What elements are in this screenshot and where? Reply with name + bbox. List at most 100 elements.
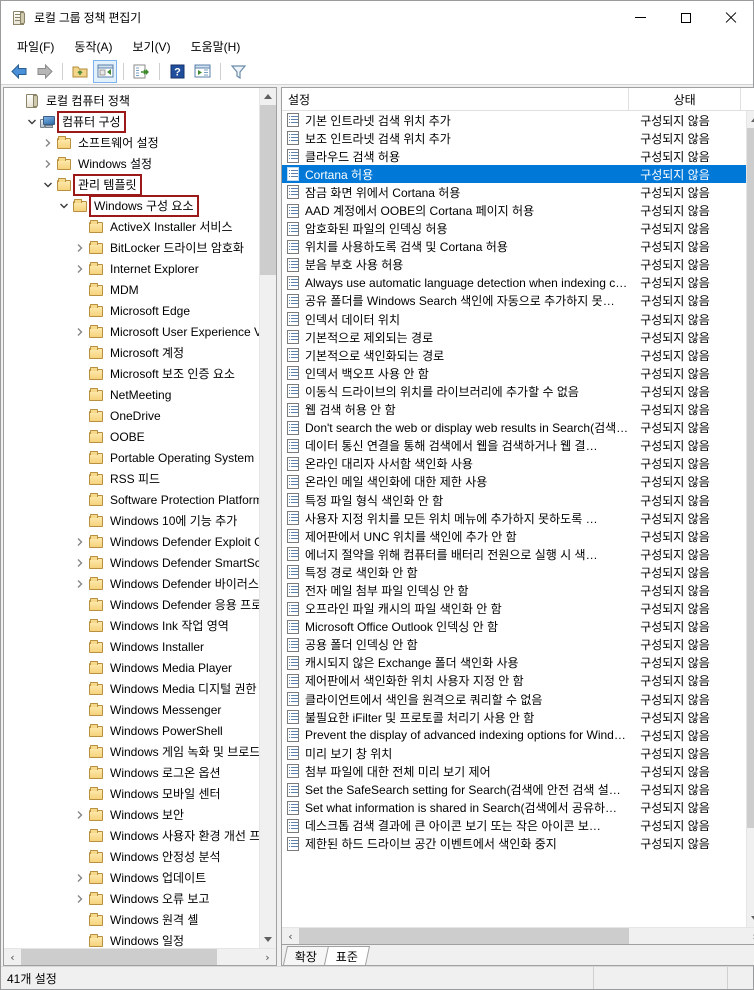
tree-node[interactable]: 관리 템플릿: [4, 173, 259, 196]
tree-scroll-thumb[interactable]: [260, 105, 276, 275]
tree-node[interactable]: Internet Explorer: [4, 258, 259, 279]
tree-node[interactable]: Windows 오류 보고: [4, 888, 259, 909]
tree-node[interactable]: NetMeeting: [4, 384, 259, 405]
tree-hscroll-thumb[interactable]: [21, 949, 217, 965]
column-header-comment[interactable]: [741, 88, 754, 110]
list-vertical-scrollbar[interactable]: [746, 111, 754, 927]
tree-node[interactable]: OOBE: [4, 426, 259, 447]
settings-row[interactable]: 불필요한 iFilter 및 프로토콜 처리기 사용 안 함 구성되지 않음: [282, 708, 746, 726]
settings-row[interactable]: 인덱서 백오프 사용 안 함 구성되지 않음: [282, 364, 746, 382]
menu-file[interactable]: 파일(F): [7, 35, 64, 58]
settings-row[interactable]: 공유 폴더를 Windows Search 색인에 자동으로 추가하지 못… 구성…: [282, 292, 746, 310]
tree-node[interactable]: Windows PowerShell: [4, 720, 259, 741]
settings-row[interactable]: 전자 메일 첨부 파일 인덱싱 안 함 구성되지 않음: [282, 581, 746, 599]
settings-row[interactable]: 보조 인트라넷 검색 위치 추가 구성되지 않음: [282, 129, 746, 147]
chevron-right-icon[interactable]: [72, 807, 88, 823]
settings-rows[interactable]: 기본 인트라넷 검색 위치 추가 구성되지 않음 보조 인트라넷 검색 위치 추가 구…: [282, 111, 747, 927]
toolbar-back[interactable]: [7, 60, 31, 83]
settings-row[interactable]: 온라인 대리자 사서함 색인화 사용 구성되지 않음: [282, 455, 746, 473]
settings-row[interactable]: 암호화된 파일의 인덱싱 허용 구성되지 않음: [282, 220, 746, 238]
settings-row[interactable]: 위치를 사용하도록 검색 및 Cortana 허용 구성되지 않음: [282, 238, 746, 256]
settings-row[interactable]: 첨부 파일에 대한 전체 미리 보기 제어 구성되지 않음: [282, 762, 746, 780]
tree-node[interactable]: Windows 10에 기능 추가: [4, 510, 259, 531]
tree-node[interactable]: Windows 로그온 옵션: [4, 762, 259, 783]
tree-scroll-track[interactable]: [260, 105, 276, 931]
menu-action[interactable]: 동작(A): [64, 35, 122, 58]
column-header-state[interactable]: 상태: [629, 88, 742, 110]
toolbar-up-one-level[interactable]: [68, 60, 92, 83]
settings-row[interactable]: 제어판에서 색인화한 위치 사용자 지정 안 함 구성되지 않음: [282, 672, 746, 690]
tab-standard[interactable]: 표준: [324, 946, 371, 965]
settings-row[interactable]: Microsoft Office Outlook 인덱싱 안 함 구성되지 않음: [282, 618, 746, 636]
chevron-down-icon[interactable]: [56, 198, 72, 214]
tree-node[interactable]: Windows 원격 셸: [4, 909, 259, 930]
settings-row[interactable]: 기본적으로 제외되는 경로 구성되지 않음: [282, 328, 746, 346]
settings-row[interactable]: 분음 부호 사용 허용 구성되지 않음: [282, 256, 746, 274]
tree-scroll-down-button[interactable]: [260, 931, 276, 948]
chevron-right-icon[interactable]: [72, 240, 88, 256]
chevron-right-icon[interactable]: [40, 135, 56, 151]
tree-node[interactable]: Windows 게임 녹화 및 브로드: [4, 741, 259, 762]
settings-row[interactable]: 오프라인 파일 캐시의 파일 색인화 안 함 구성되지 않음: [282, 600, 746, 618]
settings-row[interactable]: 사용자 지정 위치를 모든 위치 메뉴에 추가하지 못하도록 … 구성되지 않음: [282, 509, 746, 527]
tree-scroll-left-button[interactable]: ‹: [4, 949, 21, 965]
tree-node[interactable]: Software Protection Platform: [4, 489, 259, 510]
toolbar-filter[interactable]: [226, 60, 250, 83]
tree-node[interactable]: OneDrive: [4, 405, 259, 426]
tree-node[interactable]: Windows 설정: [4, 153, 259, 174]
list-scroll-down-button[interactable]: [747, 910, 754, 927]
list-horizontal-scrollbar[interactable]: ‹ ›: [282, 927, 754, 944]
settings-row[interactable]: 미리 보기 창 위치 구성되지 않음: [282, 744, 746, 762]
chevron-down-icon[interactable]: [40, 177, 56, 193]
list-hscroll-track[interactable]: [299, 928, 746, 944]
menu-view[interactable]: 보기(V): [122, 35, 180, 58]
settings-row[interactable]: 캐시되지 않은 Exchange 폴더 색인화 사용 구성되지 않음: [282, 654, 746, 672]
chevron-right-icon[interactable]: [72, 870, 88, 886]
tree-node[interactable]: Portable Operating System: [4, 447, 259, 468]
settings-row[interactable]: 기본 인트라넷 검색 위치 추가 구성되지 않음: [282, 111, 746, 129]
chevron-down-icon[interactable]: [24, 114, 40, 130]
tree-node[interactable]: Microsoft Edge: [4, 300, 259, 321]
tree-vertical-scrollbar[interactable]: [259, 88, 276, 948]
chevron-right-icon[interactable]: [40, 156, 56, 172]
toolbar-show-hide-console-tree[interactable]: [93, 59, 117, 83]
tree-node[interactable]: Windows 일정: [4, 930, 259, 948]
close-button[interactable]: [708, 1, 753, 34]
maximize-button[interactable]: [663, 1, 708, 34]
tree-node[interactable]: Windows 보안: [4, 804, 259, 825]
tree-node[interactable]: Windows Messenger: [4, 699, 259, 720]
tree-node[interactable]: Windows Defender SmartScr: [4, 552, 259, 573]
toolbar-properties[interactable]: [190, 60, 214, 83]
tree-node[interactable]: 로컬 컴퓨터 정책: [4, 90, 259, 111]
settings-row[interactable]: 제어판에서 UNC 위치를 색인에 추가 안 함 구성되지 않음: [282, 527, 746, 545]
list-scroll-right-button[interactable]: ›: [746, 928, 754, 944]
tree-node[interactable]: Windows 모바일 센터: [4, 783, 259, 804]
tree-node[interactable]: 소프트웨어 설정: [4, 132, 259, 153]
tree-node[interactable]: Windows 구성 요소: [4, 194, 259, 217]
settings-row[interactable]: 웹 검색 허용 안 함 구성되지 않음: [282, 401, 746, 419]
tree-node[interactable]: Windows Ink 작업 영역: [4, 615, 259, 636]
settings-row[interactable]: Set what information is shared in Search…: [282, 799, 746, 817]
settings-row[interactable]: 제한된 하드 드라이브 공간 이벤트에서 색인화 중지 구성되지 않음: [282, 835, 746, 853]
tree-node[interactable]: Windows Media Player: [4, 657, 259, 678]
settings-row[interactable]: 기본적으로 색인화되는 경로 구성되지 않음: [282, 346, 746, 364]
toolbar-forward[interactable]: [32, 60, 56, 83]
column-header-setting[interactable]: 설정: [282, 88, 630, 110]
chevron-right-icon[interactable]: [72, 891, 88, 907]
settings-row[interactable]: Always use automatic language detection …: [282, 274, 746, 292]
settings-row[interactable]: 에너지 절약을 위해 컴퓨터를 배터리 전원으로 실행 시 색… 구성되지 않음: [282, 545, 746, 563]
settings-row[interactable]: 특정 경로 색인화 안 함 구성되지 않음: [282, 563, 746, 581]
settings-row[interactable]: Don't search the web or display web resu…: [282, 419, 746, 437]
tab-extended[interactable]: 확장: [282, 946, 330, 965]
tree-node[interactable]: Microsoft 계정: [4, 342, 259, 363]
list-scroll-left-button[interactable]: ‹: [282, 928, 299, 944]
tree-node[interactable]: Windows Installer: [4, 636, 259, 657]
tree-scroll-up-button[interactable]: [260, 88, 276, 105]
chevron-right-icon[interactable]: [72, 576, 88, 592]
policy-tree[interactable]: 로컬 컴퓨터 정책 컴퓨터 구성 소프트웨어 설정 Windows 설정 관리 템플릿 W…: [4, 88, 259, 948]
tree-node[interactable]: Microsoft User Experience Vi: [4, 321, 259, 342]
list-hscroll-thumb[interactable]: [299, 928, 629, 944]
tree-node[interactable]: Windows Media 디지털 권한: [4, 678, 259, 699]
tree-node[interactable]: Windows Defender 응용 프로: [4, 594, 259, 615]
list-scroll-thumb[interactable]: [747, 128, 754, 828]
